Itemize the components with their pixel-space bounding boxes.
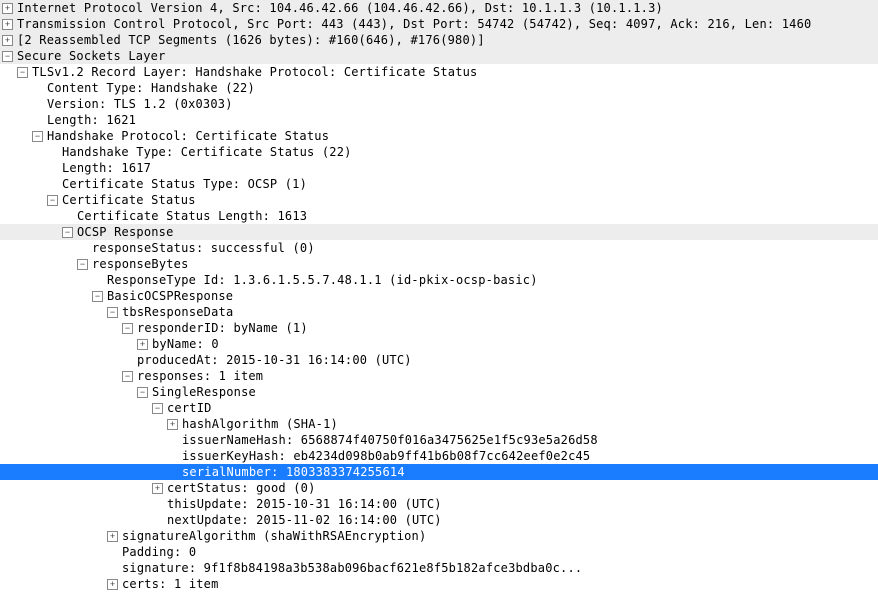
row-label: issuerNameHash: 6568874f40750f016a347562…	[182, 432, 598, 448]
row-serial-number[interactable]: serialNumber: 1803383374255614	[0, 464, 878, 480]
row-cert-stat-type: Certificate Status Type: OCSP (1)	[0, 176, 878, 192]
row-label: Length: 1621	[47, 112, 136, 128]
row-label: certStatus: good (0)	[167, 480, 316, 496]
row-basic-ocsp[interactable]: BasicOCSPResponse	[0, 288, 878, 304]
row-handshake[interactable]: Handshake Protocol: Certificate Status	[0, 128, 878, 144]
row-resp-bytes[interactable]: responseBytes	[0, 256, 878, 272]
row-ocsp[interactable]: OCSP Response	[0, 224, 878, 240]
expand-icon[interactable]	[107, 531, 118, 542]
row-label: Certificate Status Type: OCSP (1)	[62, 176, 307, 192]
row-byname[interactable]: byName: 0	[0, 336, 878, 352]
row-label: signatureAlgorithm (shaWithRSAEncryption…	[122, 528, 426, 544]
collapse-icon[interactable]	[62, 227, 73, 238]
row-next-update: nextUpdate: 2015-11-02 16:14:00 (UTC)	[0, 512, 878, 528]
row-responder-id[interactable]: responderID: byName (1)	[0, 320, 878, 336]
row-resp-status: responseStatus: successful (0)	[0, 240, 878, 256]
row-label: Internet Protocol Version 4, Src: 104.46…	[17, 0, 663, 16]
row-label: certID	[167, 400, 212, 416]
row-label: certs: 1 item	[122, 576, 219, 592]
row-padding: Padding: 0	[0, 544, 878, 560]
expand-icon[interactable]	[2, 19, 13, 30]
row-label: responseBytes	[92, 256, 189, 272]
row-hs-type: Handshake Type: Certificate Status (22)	[0, 144, 878, 160]
row-label: OCSP Response	[77, 224, 174, 240]
expand-icon[interactable]	[2, 35, 13, 46]
row-single-resp[interactable]: SingleResponse	[0, 384, 878, 400]
row-length-1: Length: 1621	[0, 112, 878, 128]
row-reassembled[interactable]: [2 Reassembled TCP Segments (1626 bytes)…	[0, 32, 878, 48]
row-label: Handshake Type: Certificate Status (22)	[62, 144, 352, 160]
row-label: issuerKeyHash: eb4234d098b0ab9ff41b6b08f…	[182, 448, 590, 464]
row-tcp[interactable]: Transmission Control Protocol, Src Port:…	[0, 16, 878, 32]
row-content-type: Content Type: Handshake (22)	[0, 80, 878, 96]
expand-icon[interactable]	[137, 339, 148, 350]
row-label: Length: 1617	[62, 160, 151, 176]
row-label: signature: 9f1f8b84198a3b538ab096bacf621…	[122, 560, 582, 576]
collapse-icon[interactable]	[17, 67, 28, 78]
row-label: TLSv1.2 Record Layer: Handshake Protocol…	[32, 64, 477, 80]
collapse-icon[interactable]	[2, 51, 13, 62]
row-issuer-key: issuerKeyHash: eb4234d098b0ab9ff41b6b08f…	[0, 448, 878, 464]
expand-icon[interactable]	[2, 3, 13, 14]
expand-icon[interactable]	[152, 483, 163, 494]
row-label: Padding: 0	[122, 544, 196, 560]
row-label: tbsResponseData	[122, 304, 233, 320]
row-produced-at: producedAt: 2015-10-31 16:14:00 (UTC)	[0, 352, 878, 368]
expand-icon[interactable]	[107, 579, 118, 590]
collapse-icon[interactable]	[122, 323, 133, 334]
row-certid[interactable]: certID	[0, 400, 878, 416]
collapse-icon[interactable]	[137, 387, 148, 398]
row-version: Version: TLS 1.2 (0x0303)	[0, 96, 878, 112]
collapse-icon[interactable]	[47, 195, 58, 206]
row-label: thisUpdate: 2015-10-31 16:14:00 (UTC)	[167, 496, 442, 512]
row-label: responderID: byName (1)	[137, 320, 308, 336]
row-label: Transmission Control Protocol, Src Port:…	[17, 16, 811, 32]
row-label: responseStatus: successful (0)	[92, 240, 315, 256]
row-label: Certificate Status	[62, 192, 196, 208]
row-label: [2 Reassembled TCP Segments (1626 bytes)…	[17, 32, 485, 48]
row-hash-alg[interactable]: hashAlgorithm (SHA-1)	[0, 416, 878, 432]
collapse-icon[interactable]	[107, 307, 118, 318]
row-record-layer[interactable]: TLSv1.2 Record Layer: Handshake Protocol…	[0, 64, 878, 80]
row-label: ResponseType Id: 1.3.6.1.5.5.7.48.1.1 (i…	[107, 272, 538, 288]
row-label: producedAt: 2015-10-31 16:14:00 (UTC)	[137, 352, 412, 368]
collapse-icon[interactable]	[77, 259, 88, 270]
row-label: Content Type: Handshake (22)	[47, 80, 255, 96]
row-label: byName: 0	[152, 336, 219, 352]
row-label: serialNumber: 1803383374255614	[182, 464, 405, 480]
row-ssl[interactable]: Secure Sockets Layer	[0, 48, 878, 64]
row-this-update: thisUpdate: 2015-10-31 16:14:00 (UTC)	[0, 496, 878, 512]
packet-tree[interactable]: Internet Protocol Version 4, Src: 104.46…	[0, 0, 878, 592]
collapse-icon[interactable]	[92, 291, 103, 302]
row-signature: signature: 9f1f8b84198a3b538ab096bacf621…	[0, 560, 878, 576]
row-length-2: Length: 1617	[0, 160, 878, 176]
row-label: nextUpdate: 2015-11-02 16:14:00 (UTC)	[167, 512, 442, 528]
row-label: responses: 1 item	[137, 368, 263, 384]
row-label: Certificate Status Length: 1613	[77, 208, 307, 224]
expand-icon[interactable]	[167, 419, 178, 430]
row-responses[interactable]: responses: 1 item	[0, 368, 878, 384]
row-cert-stat-len: Certificate Status Length: 1613	[0, 208, 878, 224]
row-tbs[interactable]: tbsResponseData	[0, 304, 878, 320]
row-resp-type-id: ResponseType Id: 1.3.6.1.5.5.7.48.1.1 (i…	[0, 272, 878, 288]
row-label: Secure Sockets Layer	[17, 48, 166, 64]
row-certs[interactable]: certs: 1 item	[0, 576, 878, 592]
row-issuer-name: issuerNameHash: 6568874f40750f016a347562…	[0, 432, 878, 448]
row-label: Handshake Protocol: Certificate Status	[47, 128, 329, 144]
row-cert-status-g[interactable]: certStatus: good (0)	[0, 480, 878, 496]
collapse-icon[interactable]	[32, 131, 43, 142]
row-label: hashAlgorithm (SHA-1)	[182, 416, 338, 432]
row-ip[interactable]: Internet Protocol Version 4, Src: 104.46…	[0, 0, 878, 16]
row-label: SingleResponse	[152, 384, 256, 400]
row-cert-status[interactable]: Certificate Status	[0, 192, 878, 208]
row-label: BasicOCSPResponse	[107, 288, 233, 304]
collapse-icon[interactable]	[122, 371, 133, 382]
row-sig-alg[interactable]: signatureAlgorithm (shaWithRSAEncryption…	[0, 528, 878, 544]
row-label: Version: TLS 1.2 (0x0303)	[47, 96, 233, 112]
collapse-icon[interactable]	[152, 403, 163, 414]
